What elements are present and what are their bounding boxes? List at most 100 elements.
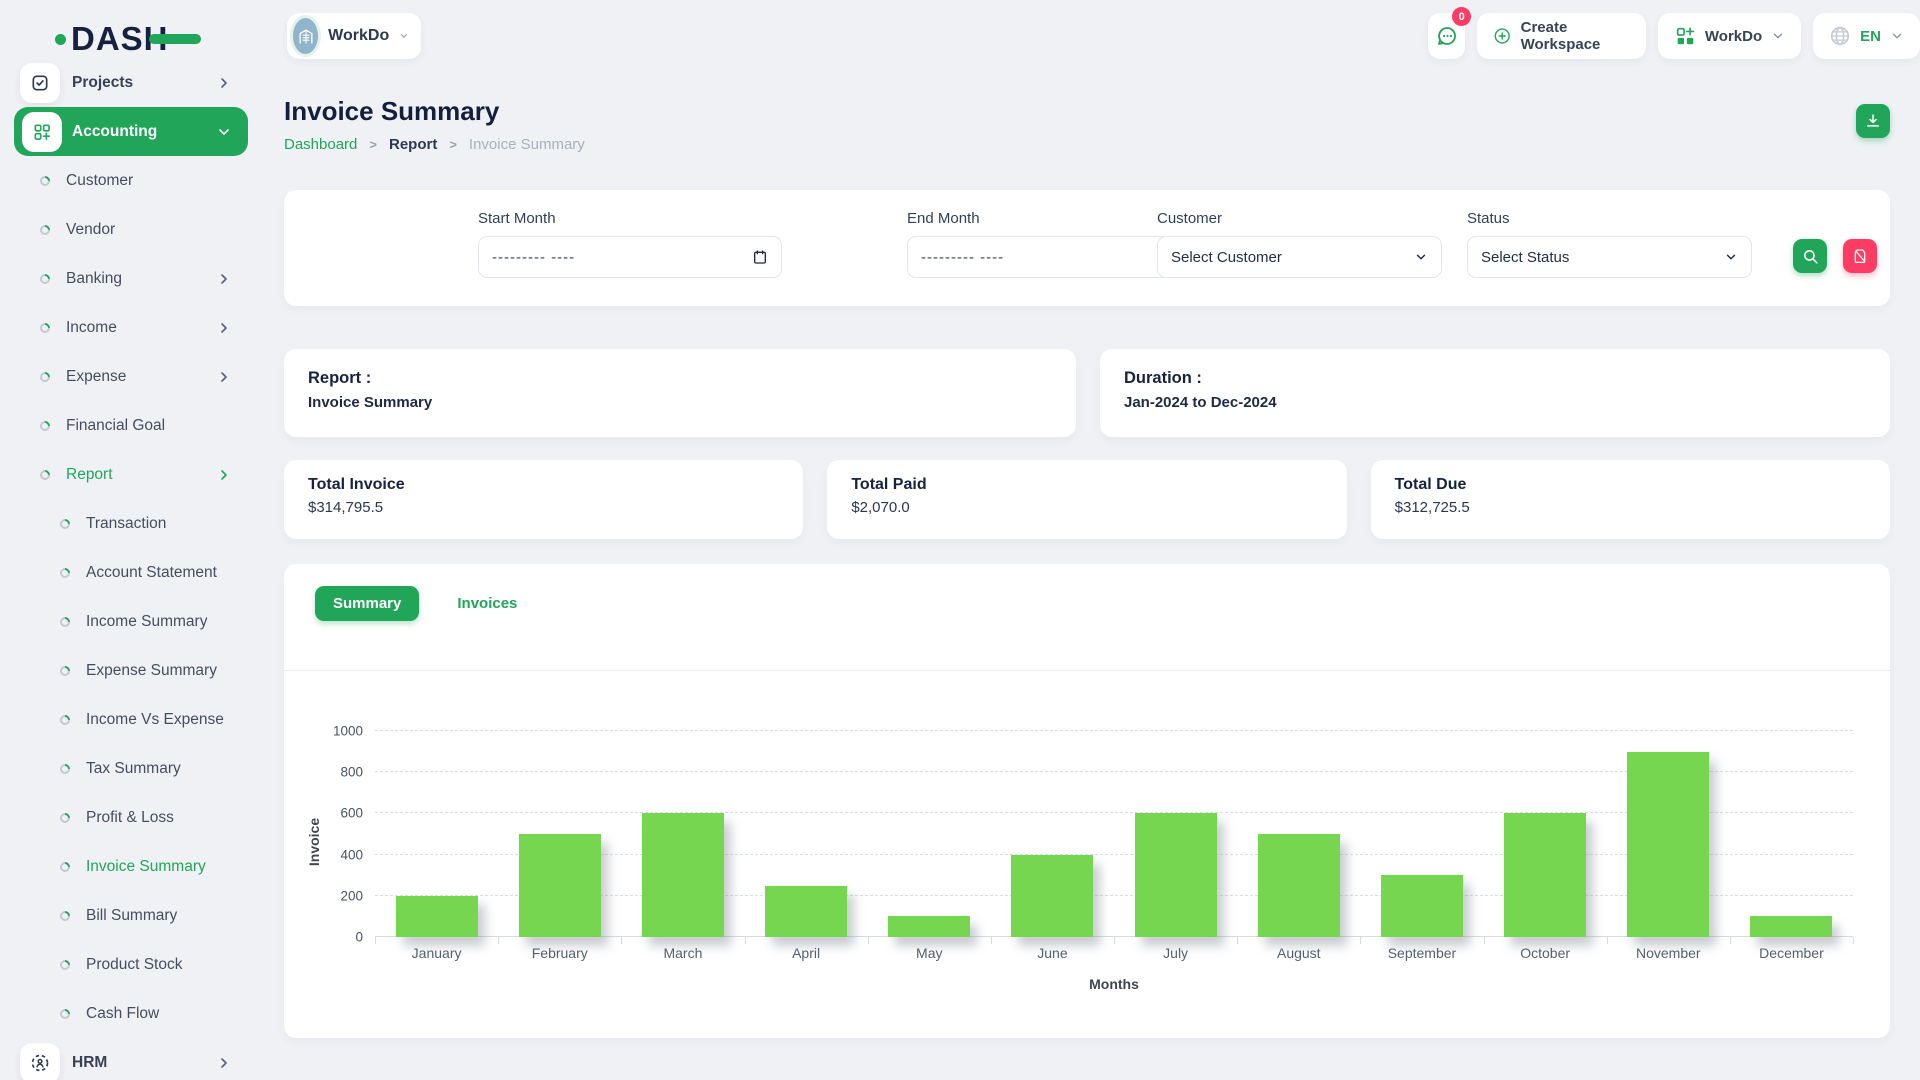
sidebar-item-accounting[interactable]: Accounting [14,107,248,156]
start-month-label: Start Month [478,210,782,227]
sidebar-item-expense[interactable]: Expense [0,352,262,401]
chevron-down-icon [216,124,232,140]
workspace-name: WorkDo [328,27,389,45]
bar-column-april [745,731,868,937]
sidebar-item-banking[interactable]: Banking [0,254,262,303]
x-label-december: December [1730,945,1853,961]
x-label-may: May [868,945,991,961]
bullet-icon [58,761,72,775]
sidebar-item-financial-goal[interactable]: Financial Goal [0,401,262,450]
sidebar-item-tax-summary[interactable]: Tax Summary [0,744,262,793]
duration-card: Duration : Jan-2024 to Dec-2024 [1100,349,1890,437]
bar-may[interactable] [888,916,970,937]
chevron-right-icon [216,1055,232,1071]
sidebar-item-account-statement[interactable]: Account Statement [0,548,262,597]
clear-filter-icon [1852,248,1868,264]
stat-label: Total Due [1395,476,1866,494]
sidebar-item-invoice-summary[interactable]: Invoice Summary [0,842,262,891]
tasks-icon [20,63,60,103]
sidebar-item-expense-summary[interactable]: Expense Summary [0,646,262,695]
sidebar-item-hrm[interactable]: HRM [0,1038,262,1080]
stat-card-total-paid: Total Paid$2,070.0 [827,460,1346,539]
x-label-july: July [1114,945,1237,961]
bars [375,731,1853,937]
sidebar-item-customer[interactable]: Customer [0,156,262,205]
reset-filter-button[interactable] [1843,239,1877,273]
bar-april[interactable] [765,886,847,938]
chevron-down-icon [1890,29,1904,43]
sidebar-item-bill-summary[interactable]: Bill Summary [0,891,262,940]
bullet-icon [58,712,72,726]
sidebar-item-profit-loss[interactable]: Profit & Loss [0,793,262,842]
x-label-february: February [498,945,621,961]
tab-summary[interactable]: Summary [315,586,419,621]
start-month-input[interactable]: --------- ---- [478,236,782,278]
sidebar-item-income-summary[interactable]: Income Summary [0,597,262,646]
chat-icon [1435,24,1459,48]
grid-plus-icon [22,112,62,152]
stat-cards: Total Invoice$314,795.5Total Paid$2,070.… [284,460,1890,539]
x-label-april: April [745,945,868,961]
search-button[interactable] [1793,239,1827,273]
customer-label: Customer [1157,210,1442,227]
bar-december[interactable] [1750,916,1832,937]
sidebar-item-income[interactable]: Income [0,303,262,352]
workspace-menu-button[interactable]: WorkDo [1658,13,1801,59]
x-label-june: June [991,945,1114,961]
x-label-november: November [1607,945,1730,961]
chevron-down-icon [399,29,409,43]
bar-column-august [1237,731,1360,937]
download-icon [1864,112,1882,130]
breadcrumb-dashboard[interactable]: Dashboard [284,136,357,153]
x-tick [498,937,499,944]
x-label-october: October [1484,945,1607,961]
bullet-icon [58,810,72,824]
sidebar-item-cash-flow[interactable]: Cash Flow [0,989,262,1038]
bar-february[interactable] [519,834,601,937]
tab-invoices[interactable]: Invoices [439,586,535,621]
customer-select[interactable]: Select Customer [1157,236,1442,278]
bullet-icon [58,859,72,873]
x-label-january: January [375,945,498,961]
x-axis-title: Months [375,976,1853,992]
sidebar-item-projects[interactable]: Projects [0,58,262,107]
breadcrumb-report[interactable]: Report [389,136,437,153]
workspace-menu-label: WorkDo [1705,28,1762,45]
bar-column-february [498,731,621,937]
chart-tabs: Summary Invoices [315,586,535,621]
search-icon [1802,248,1819,265]
sidebar-item-product-stock[interactable]: Product Stock [0,940,262,989]
bar-january[interactable] [396,896,478,937]
status-select[interactable]: Select Status [1467,236,1752,278]
workspace-selector[interactable]: WorkDo [287,13,421,59]
bar-june[interactable] [1011,855,1093,937]
download-button[interactable] [1856,104,1890,138]
bar-october[interactable] [1504,813,1586,937]
language-button[interactable]: EN [1813,13,1920,59]
chevron-right-icon [216,369,232,385]
customer-selected-value: Select Customer [1171,249,1282,266]
create-workspace-button[interactable]: Create Workspace [1477,13,1646,59]
bar-september[interactable] [1381,875,1463,937]
bullet-icon [58,908,72,922]
page-title: Invoice Summary [284,96,499,127]
bar-march[interactable] [642,813,724,937]
logo-dot-icon [55,34,66,45]
notification-badge: 0 [1452,7,1471,26]
end-month-placeholder: --------- ---- [921,249,1004,266]
chevron-down-icon [1414,250,1428,264]
bar-november[interactable] [1627,752,1709,937]
chevron-down-icon [1771,29,1785,43]
bullet-icon [38,369,52,383]
messages-button[interactable]: 0 [1428,13,1465,59]
grid-plus-icon [1674,25,1696,47]
sidebar-item-vendor[interactable]: Vendor [0,205,262,254]
bar-august[interactable] [1258,834,1340,937]
x-tick [375,937,376,944]
sidebar-item-report[interactable]: Report [0,450,262,499]
app-logo[interactable]: DASH [55,20,201,58]
bullet-icon [58,614,72,628]
sidebar-item-transaction[interactable]: Transaction [0,499,262,548]
bar-july[interactable] [1135,813,1217,937]
sidebar-item-income-vs-expense[interactable]: Income Vs Expense [0,695,262,744]
